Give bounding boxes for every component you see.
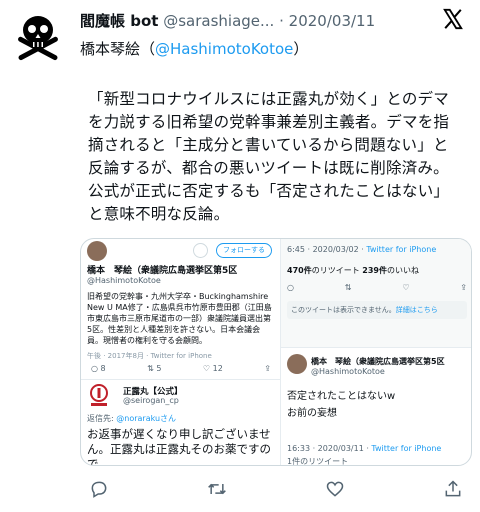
reply-author-handle: @HashimotoKotoe (311, 367, 385, 376)
subject-prefix: 橋本琴絵（ (80, 40, 156, 58)
media-pane-right-bottom: 橋本 琴絵（衆議院広島選挙区第5区 @HashimotoKotoe 否定されたこ… (281, 347, 471, 466)
share-icon (445, 480, 461, 497)
tweet-time: 6:45 · 2020/03/02 · (287, 245, 367, 254)
reply-button[interactable] (86, 476, 112, 502)
media-pane-left: フォローする 橋本 琴絵（衆議院広島選挙区第5区 @HashimotoKotoe… (81, 239, 281, 466)
notice-text: このツイートは表示できません。 (291, 306, 396, 314)
retweet-icon (208, 483, 226, 495)
tweet-action-row: ○ ⇅ ♡ ⇪ (287, 283, 467, 292)
tweet-header: 閻魔帳 bot @sarashiage... · 2020/03/11 (80, 10, 430, 31)
subject-suffix: ） (293, 40, 309, 58)
follow-button: フォローする (216, 243, 272, 258)
engagement-stats: 470件のリツイート 239件のいいね (287, 265, 419, 276)
tweet-client: Twitter for iPhone (366, 245, 437, 254)
profile-name: 橋本 琴絵（衆議院広島選挙区第5区 (87, 266, 238, 276)
subject-line: 橋本琴絵（@HashimotoKotoe） (80, 38, 308, 59)
reply-icon (91, 481, 107, 498)
hashimoto-avatar (287, 354, 307, 374)
subject-mention-link[interactable]: @HashimotoKotoe (155, 40, 293, 58)
skull-crossbones-icon (18, 16, 58, 61)
reply-to-label: 返信先: (87, 414, 117, 423)
reply-author-name: 橋本 琴絵（衆議院広島選挙区第5区 (311, 357, 445, 366)
retweet-icon: ⇅ (344, 283, 352, 292)
hashimoto-avatar (87, 241, 107, 261)
reply-count: 8 (100, 364, 106, 373)
like-icon: ♡ 12 (202, 364, 223, 373)
like-total: 239件 (362, 266, 387, 275)
tweet-body: 「新型コロナウイルスには正露丸が効く」とのデマを力説する旧希望の党幹事兼差別主義… (88, 90, 450, 223)
share-button[interactable] (440, 476, 466, 502)
denial-line-2: お前の妄想 (287, 408, 337, 419)
media-pane-right-top: 6:45 · 2020/03/02 · Twitter for iPhone 4… (281, 239, 471, 347)
reply-icon: ○ (287, 283, 294, 292)
profile-action-row: ○ 8 ⇅ 5 ♡ 12 ⇪ (91, 364, 271, 373)
reply-to-line: 返信先: @norarakuさん (87, 413, 176, 424)
retweet-icon: ⇅ 5 (147, 364, 162, 373)
share-icon: ⇪ (460, 283, 467, 292)
share-icon: ⇪ (264, 364, 271, 373)
retweet-count: 5 (156, 364, 162, 373)
tweet-timestamp: 6:45 · 2020/03/02 · Twitter for iPhone (287, 245, 436, 254)
author-avatar[interactable] (10, 8, 66, 64)
seirogan-handle: @seirogan_cp (123, 396, 179, 405)
author-handle[interactable]: @sarashiage... (163, 12, 274, 30)
reply-icon: ○ 8 (91, 364, 106, 373)
like-count: 12 (212, 364, 223, 373)
author-name[interactable]: 閻魔帳 bot (80, 12, 158, 30)
denial-line-1: 否定されたことはないw (287, 391, 396, 402)
denial-client: Twitter for iPhone (371, 444, 442, 453)
heart-icon (326, 481, 344, 497)
notice-link: 詳細はこちら (395, 306, 438, 314)
divider (81, 379, 281, 380)
retweet-button[interactable] (204, 476, 230, 502)
dot-separator: · (279, 12, 284, 30)
denial-retweet-count: 1件のリツイート (287, 457, 349, 466)
profile-bio: 旧希望の党幹事・九州大学卒・Buckinghamshire New U MA修了… (87, 292, 272, 345)
seirogan-reply-text: お返事が遅くなり申し訳ございません。正露丸は正露丸そのお薬ですので (87, 427, 271, 466)
tweet-date[interactable]: 2020/03/11 (289, 12, 375, 30)
like-label: のいいね (386, 266, 419, 275)
profile-handle: @HashimotoKotoe (87, 276, 161, 285)
reply-to-mention: @norarakuさん (116, 414, 177, 423)
like-icon: ♡ (402, 283, 410, 292)
x-logo-icon[interactable] (442, 8, 464, 30)
denial-timestamp: 16:33 · 2020/03/11 · Twitter for iPhone (287, 444, 441, 453)
retweet-label: のリツイート (311, 266, 363, 275)
seirogan-logo-icon (90, 384, 108, 406)
tweet-media[interactable]: フォローする 橋本 琴絵（衆議院広島選挙区第5区 @HashimotoKotoe… (80, 238, 472, 466)
faded-meta-row: 午後 · 2017年8月 · Twitter for iPhone (87, 352, 212, 360)
retweet-total: 470件 (287, 266, 312, 275)
like-button[interactable] (322, 476, 348, 502)
denial-tweet-text: 否定されたことはないw お前の妄想 (287, 388, 395, 422)
notification-bell-icon (193, 243, 208, 258)
denial-time: 16:33 · 2020/03/11 · (287, 444, 372, 453)
tweet-action-bar (80, 476, 472, 502)
unavailable-notice: このツイートは表示できません。詳細はこちら (287, 301, 467, 319)
